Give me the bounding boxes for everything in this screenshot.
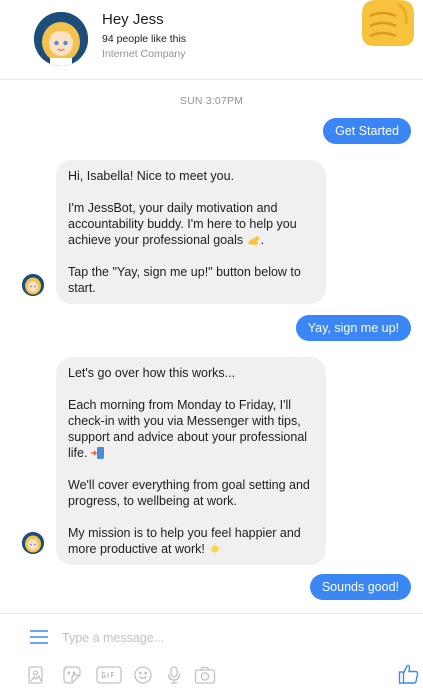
message-timestamp: SUN 3:07PM xyxy=(179,95,244,107)
gif-icon[interactable] xyxy=(96,665,122,685)
message-text: My mission is to help you feel happier a… xyxy=(68,526,301,556)
message-paragraph: Each morning from Monday to Friday, I'll… xyxy=(68,397,314,461)
incoming-message[interactable]: Let's go over how this works... Each mor… xyxy=(56,357,326,565)
incoming-message[interactable]: Hi, Isabella! Nice to meet you. I'm Jess… xyxy=(56,160,326,304)
message-paragraph: Tap the "Yay, sign me up!" button below … xyxy=(68,265,301,295)
page-title[interactable]: Hey Jess xyxy=(102,11,164,28)
message-paragraph: I'm JessBot, your daily motivation and a… xyxy=(68,201,297,247)
avatar[interactable] xyxy=(34,12,88,66)
thumbs-up-icon[interactable] xyxy=(398,663,420,685)
camera-icon[interactable] xyxy=(194,665,216,685)
likes-count: 94 people like this xyxy=(102,33,187,45)
conversation-header: Hey Jess 94 people like this Internet Co… xyxy=(0,0,423,80)
microphone-icon[interactable] xyxy=(164,665,184,685)
bot-avatar xyxy=(22,532,44,554)
message-paragraph: We'll cover everything from goal setting… xyxy=(68,478,310,508)
message-text: I'm JessBot, your daily motivation and a… xyxy=(68,201,297,247)
bot-avatar xyxy=(22,274,44,296)
phone-with-arrow-icon xyxy=(90,447,105,459)
outgoing-message[interactable]: Get Started xyxy=(323,118,411,144)
thumbs-up-emoji-icon xyxy=(356,0,416,48)
message-paragraph: Hi, Isabella! Nice to meet you. xyxy=(68,169,235,183)
message-input[interactable] xyxy=(62,628,362,648)
page-category: Internet Company xyxy=(102,48,186,60)
outgoing-message[interactable]: Sounds good! xyxy=(309,574,411,600)
image-icon[interactable] xyxy=(26,665,46,685)
sticker-icon[interactable] xyxy=(62,665,82,685)
message-paragraph: Let's go over how this works... xyxy=(68,366,236,380)
flexed-biceps-icon xyxy=(247,234,261,246)
message-paragraph: My mission is to help you feel happier a… xyxy=(68,525,314,557)
menu-icon[interactable] xyxy=(30,630,48,644)
outgoing-message[interactable]: Yay, sign me up! xyxy=(295,315,411,341)
sun-icon xyxy=(208,543,222,555)
emoji-icon[interactable] xyxy=(133,665,153,685)
message-composer xyxy=(0,613,423,692)
